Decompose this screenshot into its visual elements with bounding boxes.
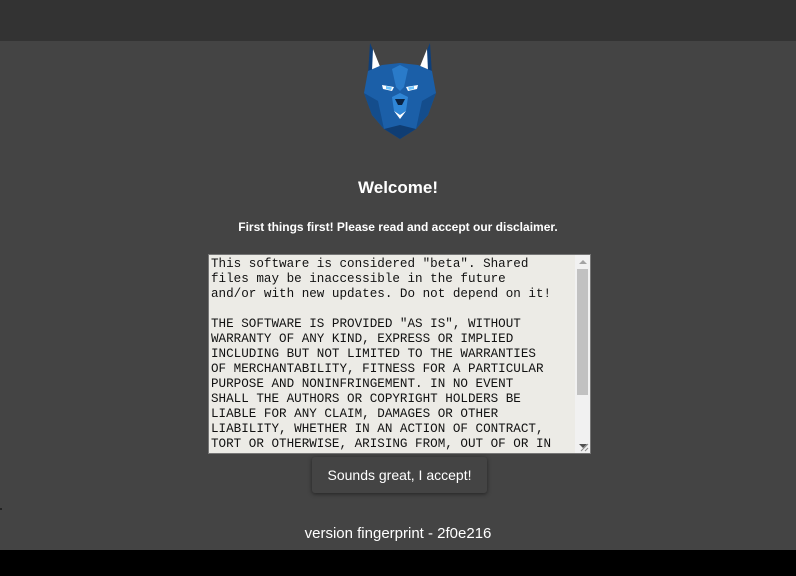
disclaimer-textarea[interactable]: This software is considered "beta". Shar… xyxy=(208,254,591,454)
wolf-logo-icon xyxy=(362,41,438,141)
top-bar xyxy=(0,0,796,41)
vertical-scrollbar[interactable] xyxy=(575,255,590,453)
scroll-up-arrow-icon[interactable] xyxy=(575,255,590,269)
welcome-panel: Welcome! First things first! Please read… xyxy=(0,41,796,550)
welcome-title: Welcome! xyxy=(358,178,438,197)
version-fingerprint: version fingerprint - 2f0e216 xyxy=(304,525,492,542)
accept-button[interactable]: Sounds great, I accept! xyxy=(312,457,487,493)
resize-grip-icon[interactable] xyxy=(579,442,589,452)
scrollbar-thumb[interactable] xyxy=(577,269,588,395)
disclaimer-instruction: First things first! Please read and acce… xyxy=(238,220,558,234)
divider-dot xyxy=(0,508,2,510)
disclaimer-text: This software is considered "beta". Shar… xyxy=(211,257,552,453)
